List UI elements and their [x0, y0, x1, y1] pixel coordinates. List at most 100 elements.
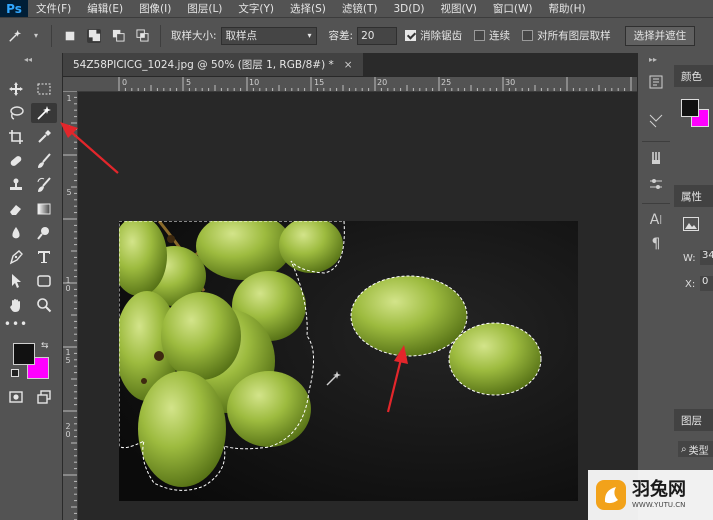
search-icon: ⌕ [681, 443, 687, 455]
character-icon[interactable]: A | [647, 211, 665, 229]
document-workspace[interactable] [78, 92, 637, 520]
contiguous-label: 连续 [489, 30, 511, 42]
type-tool-icon[interactable] [31, 247, 57, 267]
clone-stamp-icon[interactable] [3, 175, 29, 195]
magic-wand-icon[interactable] [31, 103, 57, 123]
move-tool-icon[interactable] [3, 79, 29, 99]
collapse-panel-icon[interactable]: ▸▸ [649, 55, 657, 64]
menu-window[interactable]: 窗口(W) [485, 1, 541, 16]
blur-icon[interactable] [3, 223, 29, 243]
tolerance-input[interactable]: 20 [357, 26, 398, 45]
watermark-name: 羽兔网 [632, 479, 686, 500]
layers-filter[interactable]: ⌕ 类型 [678, 441, 713, 457]
ruler-label: 2 0 [65, 422, 71, 439]
healing-brush-icon[interactable] [3, 151, 29, 171]
eyedropper-icon[interactable] [31, 127, 57, 147]
subtract-selection-icon[interactable] [111, 29, 125, 43]
ruler-label: 0 [66, 124, 72, 133]
all-layers-checkbox[interactable] [522, 30, 534, 41]
select-and-mask-button[interactable]: 选择并遮住 [624, 25, 696, 46]
horizontal-ruler: 0 5 10 15 20 25 30 [78, 77, 637, 92]
contiguous-checkbox[interactable] [474, 30, 486, 41]
ruler-label: 15 [314, 78, 325, 87]
magic-wand-preset-icon[interactable] [8, 29, 22, 43]
swap-colors-icon[interactable]: ⇆ [41, 341, 49, 351]
history-icon[interactable] [647, 73, 665, 91]
menu-image[interactable]: 图像(I) [131, 1, 179, 16]
panel-dock: ▸▸ A | ¶ [637, 53, 675, 520]
tolerance-label: 容差: [328, 30, 354, 42]
document-tab[interactable]: 54Z58PICICG_1024.jpg @ 50% (图层 1, RGB/8#… [63, 53, 363, 76]
ruler-label: 5 [66, 188, 72, 197]
more-tools-icon[interactable]: ••• [3, 317, 29, 331]
sample-size-select[interactable]: 取样点 ▾ [220, 26, 317, 45]
rectangular-marquee-icon[interactable] [31, 79, 57, 99]
zoom-icon[interactable] [31, 295, 57, 315]
ruler-label: 30 [505, 78, 516, 87]
tools-panel: ◂◂ ••• ⇆ [0, 53, 63, 520]
ruler-label: 1 [66, 94, 72, 103]
gradient-icon[interactable] [31, 199, 57, 219]
brush-settings-icon[interactable] [647, 149, 665, 167]
collapse-panel-icon[interactable]: ◂◂ [24, 55, 32, 64]
color-panel-header[interactable]: 颜色 [674, 65, 713, 87]
screen-mode-icon[interactable] [31, 387, 57, 407]
document-tab-title: 54Z58PICICG_1024.jpg @ 50% (图层 1, RGB/8#… [73, 59, 334, 71]
path-selection-icon[interactable] [3, 271, 29, 291]
brush-icon[interactable] [31, 151, 57, 171]
chevron-down-icon: ▾ [307, 31, 312, 40]
intersect-selection-icon[interactable] [135, 29, 149, 43]
ruler-label: 0 [122, 78, 128, 87]
default-colors-icon[interactable] [11, 369, 19, 377]
width-input[interactable]: 34 [700, 250, 713, 265]
eraser-icon[interactable] [3, 199, 29, 219]
new-selection-icon[interactable] [63, 29, 77, 43]
right-panels: 颜色 属性 W: 34 X: 0 图层 ⌕ 类型 [674, 53, 713, 520]
ruler-label: 20 [377, 78, 388, 87]
adjustments-icon[interactable] [647, 175, 665, 193]
add-selection-icon[interactable] [87, 28, 101, 43]
lasso-icon[interactable] [3, 103, 29, 123]
rectangle-shape-icon[interactable] [31, 271, 57, 291]
foreground-color-swatch[interactable] [13, 343, 35, 365]
x-label: X: [685, 279, 696, 290]
x-input[interactable]: 0 [700, 276, 713, 291]
close-icon[interactable]: × [344, 59, 353, 71]
ruler-label: 10 [249, 78, 260, 87]
menu-filter[interactable]: 滤镜(T) [334, 1, 386, 16]
menu-3d[interactable]: 3D(D) [385, 3, 432, 15]
menu-view[interactable]: 视图(V) [433, 1, 485, 16]
ruler-label: 25 [441, 78, 452, 87]
quick-mask-icon[interactable] [3, 387, 29, 407]
crop-icon[interactable] [3, 127, 29, 147]
watermark-logo-icon [596, 480, 626, 510]
paragraph-icon[interactable]: ¶ [647, 235, 665, 253]
sample-size-value: 取样点 [225, 30, 258, 42]
menu-bar: Ps 文件(F) 编辑(E) 图像(I) 图层(L) 文字(Y) 选择(S) 滤… [0, 0, 713, 17]
ruler-label: 1 0 [65, 276, 71, 293]
menu-layer[interactable]: 图层(L) [179, 1, 230, 16]
menu-select[interactable]: 选择(S) [282, 1, 334, 16]
width-label: W: [683, 253, 696, 264]
image-canvas[interactable] [119, 221, 578, 501]
antialias-checkbox[interactable] [405, 30, 417, 41]
hand-icon[interactable] [3, 295, 29, 315]
menu-file[interactable]: 文件(F) [28, 1, 79, 16]
color-panel-fg-swatch[interactable] [681, 99, 699, 117]
chevron-down-icon[interactable]: ▾ [32, 29, 40, 43]
options-bar: ▾ 取样大小: 取样点 ▾ 容差: 20 消除锯齿 连续 对所有图层取样 选择并… [0, 17, 713, 54]
dodge-icon[interactable] [31, 223, 57, 243]
watermark-url: WWW.YUTU.CN [632, 501, 686, 509]
all-layers-label: 对所有图层取样 [537, 30, 611, 42]
channels-icon[interactable] [647, 111, 665, 129]
menu-type[interactable]: 文字(Y) [230, 1, 282, 16]
properties-panel-header[interactable]: 属性 [674, 185, 713, 207]
layers-panel-header[interactable]: 图层 [674, 409, 713, 431]
menu-edit[interactable]: 编辑(E) [79, 1, 131, 16]
layers-filter-label: 类型 [688, 445, 709, 457]
history-brush-icon[interactable] [31, 175, 57, 195]
menu-help[interactable]: 帮助(H) [541, 1, 594, 16]
pen-icon[interactable] [3, 247, 29, 267]
properties-image-icon [683, 217, 699, 231]
photoshop-logo: Ps [0, 0, 28, 17]
